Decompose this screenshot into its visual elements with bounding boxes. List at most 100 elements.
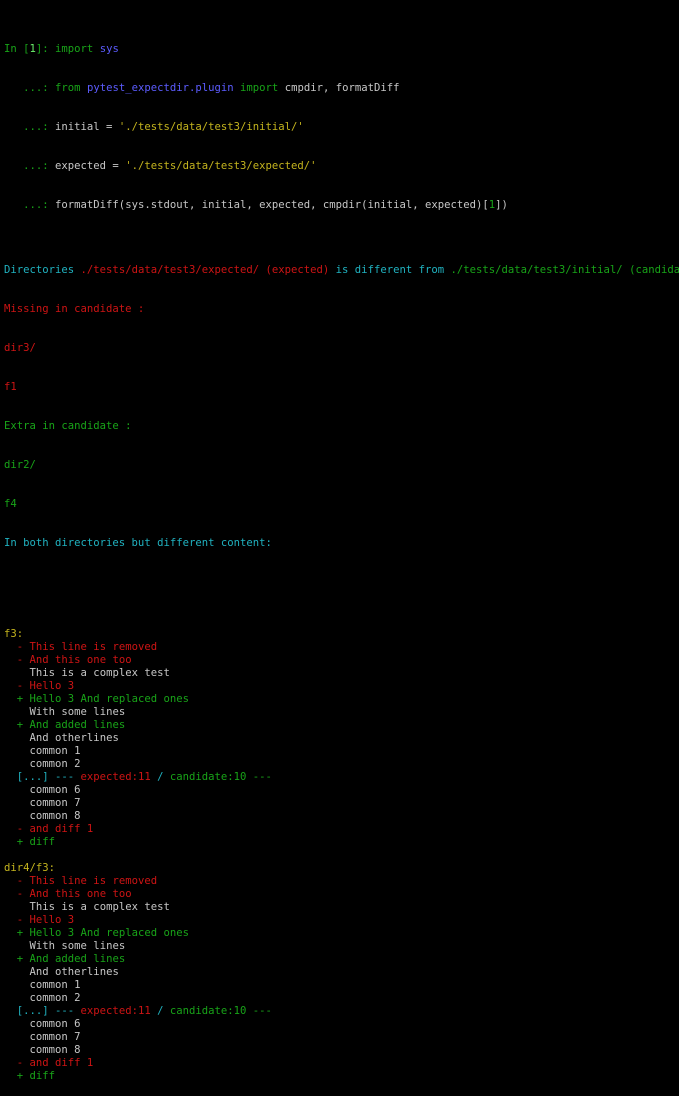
missing-header: Missing in candidate : <box>4 303 145 315</box>
diff-text: With some lines <box>29 940 126 952</box>
summary-line: Directories ./tests/data/test3/expected/… <box>4 264 679 277</box>
code-text: expected = <box>55 160 126 172</box>
missing-item: dir3/ <box>4 342 36 354</box>
module-name: pytest_expectdir.plugin <box>86 82 234 94</box>
diff-line-context: common 6 <box>4 784 679 797</box>
diff-marker <box>17 979 30 991</box>
prompt-prefix: In [ <box>4 43 30 55</box>
diff-line-added: + And added lines <box>4 719 679 732</box>
hunk-ellipsis: [...] <box>16 1005 49 1017</box>
diff-marker: - <box>16 654 30 666</box>
diff-marker <box>17 797 30 809</box>
hunk-candidate-count: candidate:10 <box>169 1005 247 1017</box>
diff-text: common 2 <box>29 992 81 1004</box>
extra-item: f4 <box>4 498 17 510</box>
input-line-2: ...: from pytest_expectdir.plugin import… <box>4 82 679 95</box>
diff-line-added: + diff <box>4 1070 679 1083</box>
hunk-ellipsis: [...] <box>16 771 49 783</box>
diff-line-context: With some lines <box>4 706 679 719</box>
diff-text: And otherlines <box>29 966 119 978</box>
diff-line-context: With some lines <box>4 940 679 953</box>
diff-marker <box>17 732 30 744</box>
keyword: import <box>240 82 279 94</box>
diff-text: Hello 3 <box>29 680 75 692</box>
diff-text: And added lines <box>29 953 126 965</box>
diff-line-context: And otherlines <box>4 732 679 745</box>
hunk-separator: [...] --- expected:11 / candidate:10 --- <box>4 771 679 784</box>
diff-text: common 6 <box>29 1018 81 1030</box>
diff-line-context: This is a complex test <box>4 901 679 914</box>
hunk-separator: [...] --- expected:11 / candidate:10 --- <box>4 1005 679 1018</box>
diff-marker: - <box>16 875 30 887</box>
diff-text: common 2 <box>29 758 81 770</box>
diff-marker: - <box>16 914 30 926</box>
diff-text: Hello 3 And replaced ones <box>29 927 189 939</box>
diff-marker <box>17 784 30 796</box>
keyword: import <box>55 43 94 55</box>
terminal-window[interactable]: In [1]: import sys ...: from pytest_expe… <box>0 0 679 1082</box>
file-name: dir4/f3: <box>4 862 56 874</box>
diff-line-added: + Hello 3 And replaced ones <box>4 693 679 706</box>
summary-prefix: Directories <box>4 264 81 276</box>
diff-text: diff <box>29 1070 56 1082</box>
hunk-separator-slash: / <box>150 1005 170 1017</box>
diff-text: common 1 <box>29 979 81 991</box>
code-text: ]) <box>495 199 508 211</box>
diff-line-context: common 8 <box>4 1044 679 1057</box>
diff-marker <box>17 992 30 1004</box>
diff-line-removed: - And this one too <box>4 654 679 667</box>
diff-text: common 6 <box>29 784 81 796</box>
diff-marker <box>17 966 30 978</box>
hunk-expected-count: expected:11 <box>80 771 151 783</box>
code-text: cmpdir, formatDiff <box>278 82 400 94</box>
diff-line-removed: - Hello 3 <box>4 680 679 693</box>
diff-marker <box>17 745 30 757</box>
diff-line-context: This is a complex test <box>4 667 679 680</box>
diff-marker: + <box>16 719 30 731</box>
code-text: initial = <box>55 121 119 133</box>
diff-text: common 7 <box>29 797 81 809</box>
candidate-path: ./tests/data/test3/initial/ (candidate) <box>450 264 679 276</box>
hunk-dashes: --- <box>246 1005 272 1017</box>
diff-text: and diff 1 <box>29 1057 94 1069</box>
diff-text: Hello 3 And replaced ones <box>29 693 189 705</box>
diff-marker <box>17 940 30 952</box>
diff-text: This is a complex test <box>29 901 170 913</box>
keyword: from <box>55 82 81 94</box>
diff-text: This line is removed <box>29 875 158 887</box>
string-literal: './tests/data/test3/expected/' <box>125 160 317 172</box>
hunk-dashes: --- <box>48 771 81 783</box>
prompt-suffix: ]: <box>35 43 56 55</box>
diff-text: diff <box>29 836 56 848</box>
diff-marker <box>17 810 30 822</box>
input-line-1: In [1]: import sys <box>4 43 679 56</box>
diff-line-context: common 1 <box>4 745 679 758</box>
diff-text: And this one too <box>29 654 132 666</box>
extra-item: dir2/ <box>4 459 36 471</box>
diff-line-context: common 6 <box>4 1018 679 1031</box>
input-line-5: ...: formatDiff(sys.stdout, initial, exp… <box>4 199 679 212</box>
hunk-separator-slash: / <box>150 771 170 783</box>
diff-marker: + <box>16 927 30 939</box>
diff-marker <box>17 758 30 770</box>
missing-item: f1 <box>4 381 17 393</box>
diff-marker: + <box>16 836 30 848</box>
